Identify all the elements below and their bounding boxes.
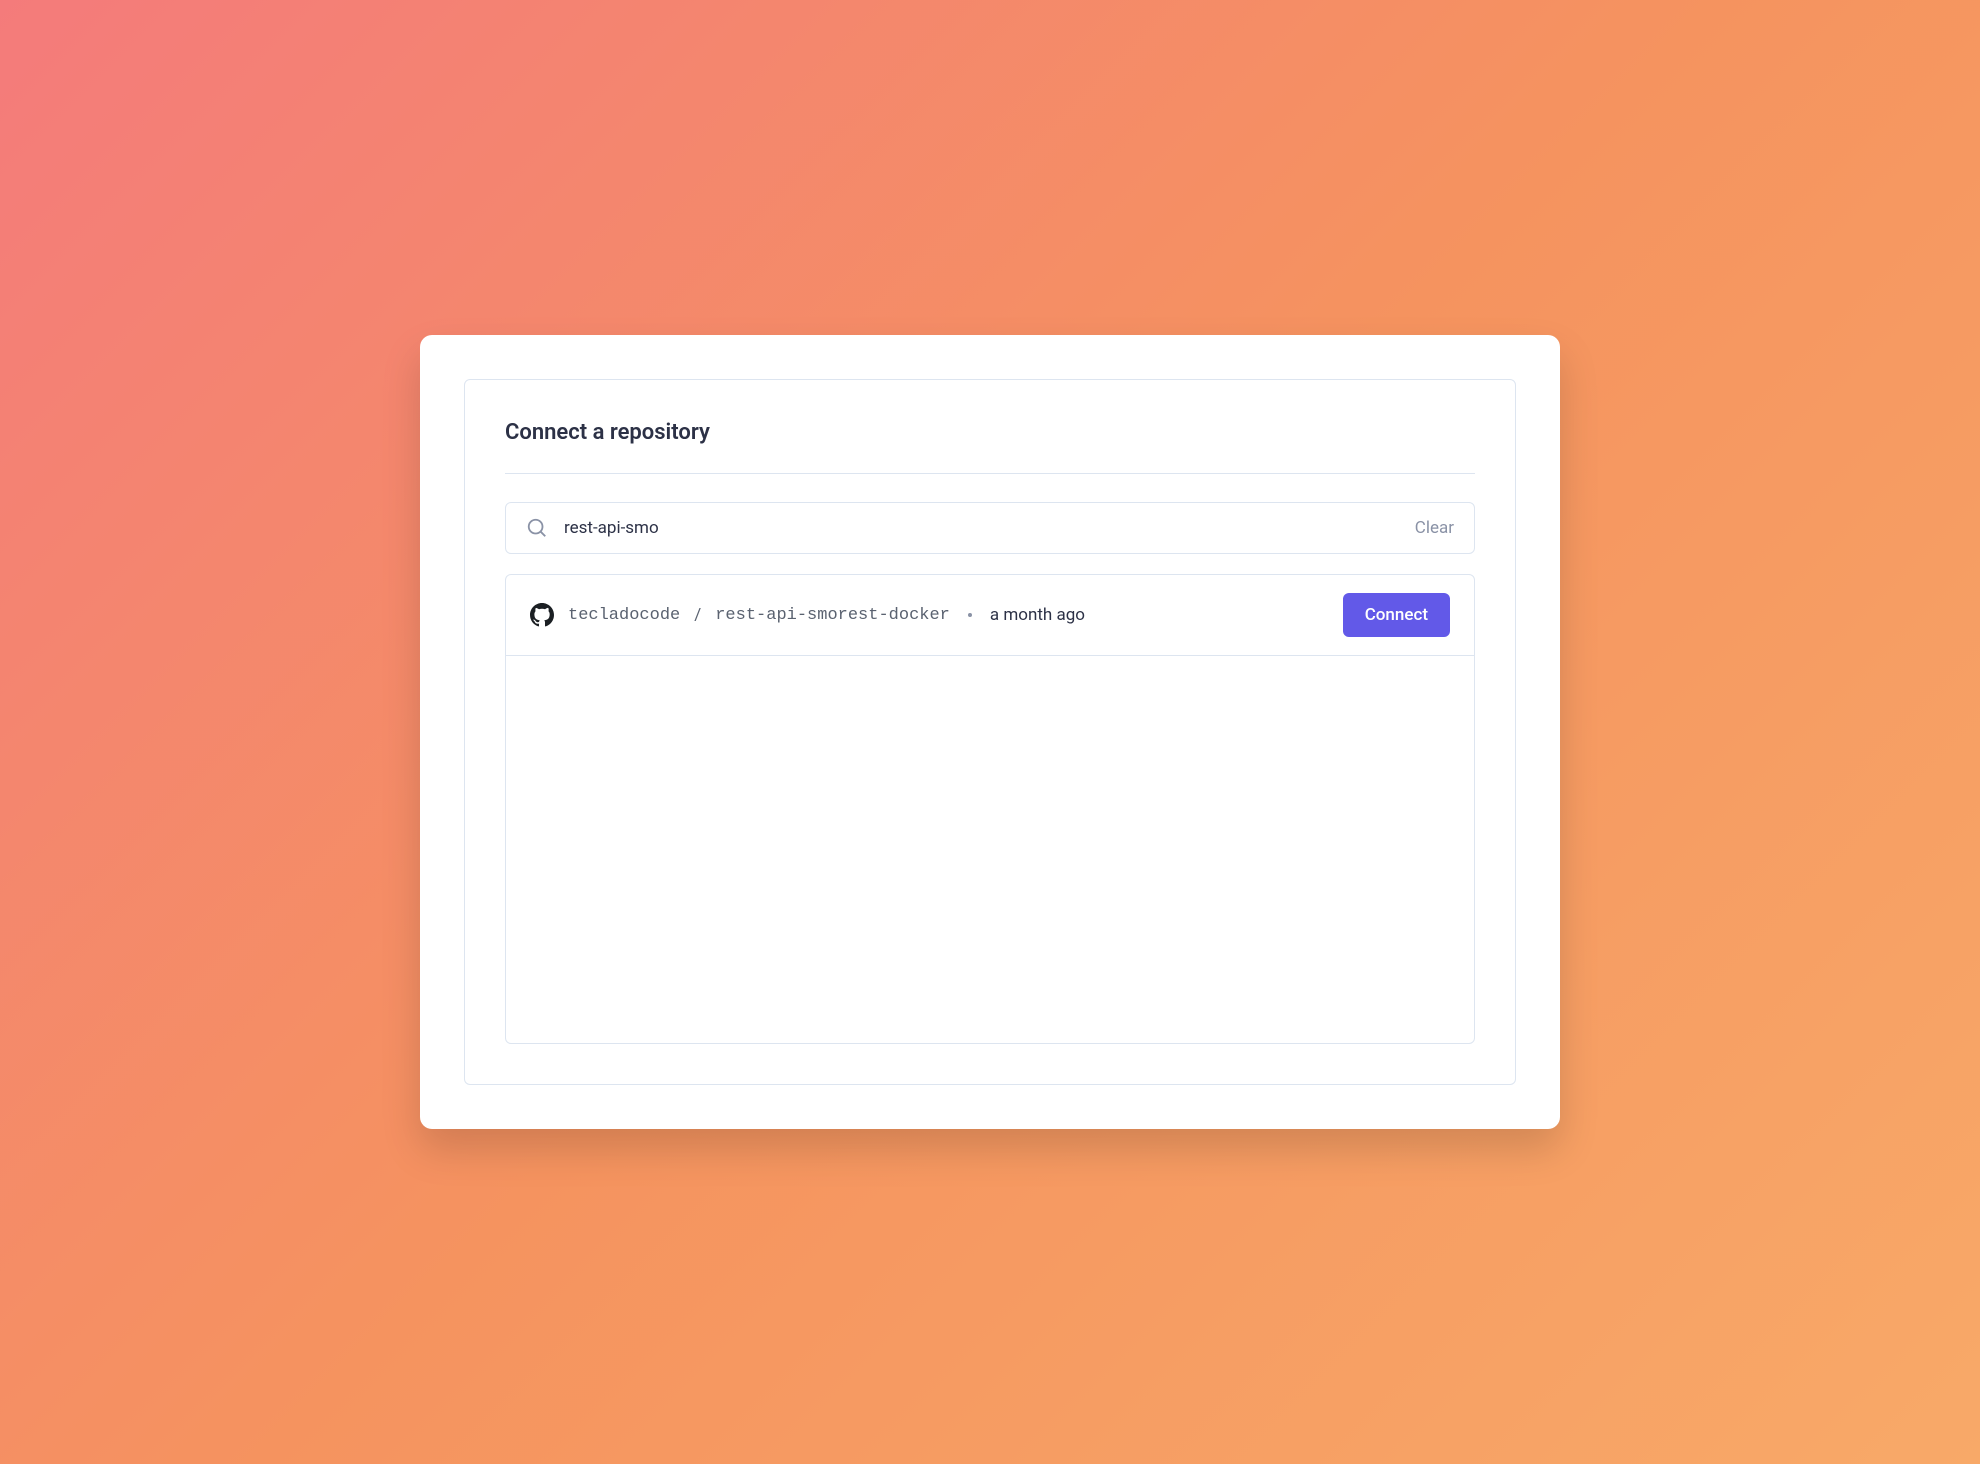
results-container: tecladocode / rest-api-smorest-docker a …: [505, 574, 1475, 1044]
repo-time: a month ago: [990, 605, 1085, 625]
search-box[interactable]: Clear: [505, 502, 1475, 554]
repo-owner: tecladocode: [568, 606, 680, 625]
panel-header: Connect a repository: [505, 420, 1475, 474]
connect-repository-panel: Connect a repository Clear tecladocode /…: [464, 379, 1516, 1085]
search-icon: [526, 517, 548, 539]
repo-separator: /: [694, 605, 701, 625]
clear-button[interactable]: Clear: [1415, 518, 1454, 538]
search-input[interactable]: [564, 518, 1399, 538]
panel-title: Connect a repository: [505, 420, 1475, 445]
github-icon: [530, 603, 554, 627]
repo-name: rest-api-smorest-docker: [715, 606, 950, 625]
results-scroll[interactable]: tecladocode / rest-api-smorest-docker a …: [506, 575, 1474, 1043]
repo-row: tecladocode / rest-api-smorest-docker a …: [506, 575, 1474, 656]
modal-card: Connect a repository Clear tecladocode /…: [420, 335, 1560, 1129]
dot-separator: [968, 613, 972, 617]
connect-button[interactable]: Connect: [1343, 593, 1450, 637]
